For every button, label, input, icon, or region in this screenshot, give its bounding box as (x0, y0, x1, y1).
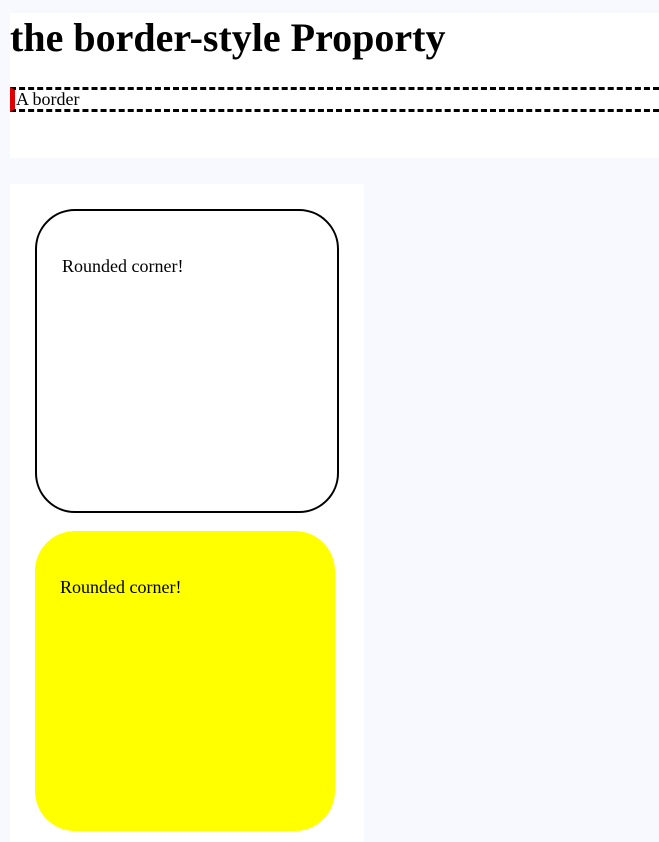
card-text: Rounded corner! (62, 256, 184, 276)
card-text: Rounded corner! (60, 577, 182, 597)
rounded-card-outlined: Rounded corner! (35, 209, 339, 513)
border-demo-box: A border (10, 87, 659, 112)
rounded-card-yellow: Rounded corner! (35, 531, 335, 831)
header-section: the border-style Proporty A border (10, 13, 659, 158)
page-title: the border-style Proporty (10, 15, 446, 60)
cards-section: Rounded corner! Rounded corner! (10, 184, 364, 842)
border-demo-text: A border (16, 89, 80, 109)
